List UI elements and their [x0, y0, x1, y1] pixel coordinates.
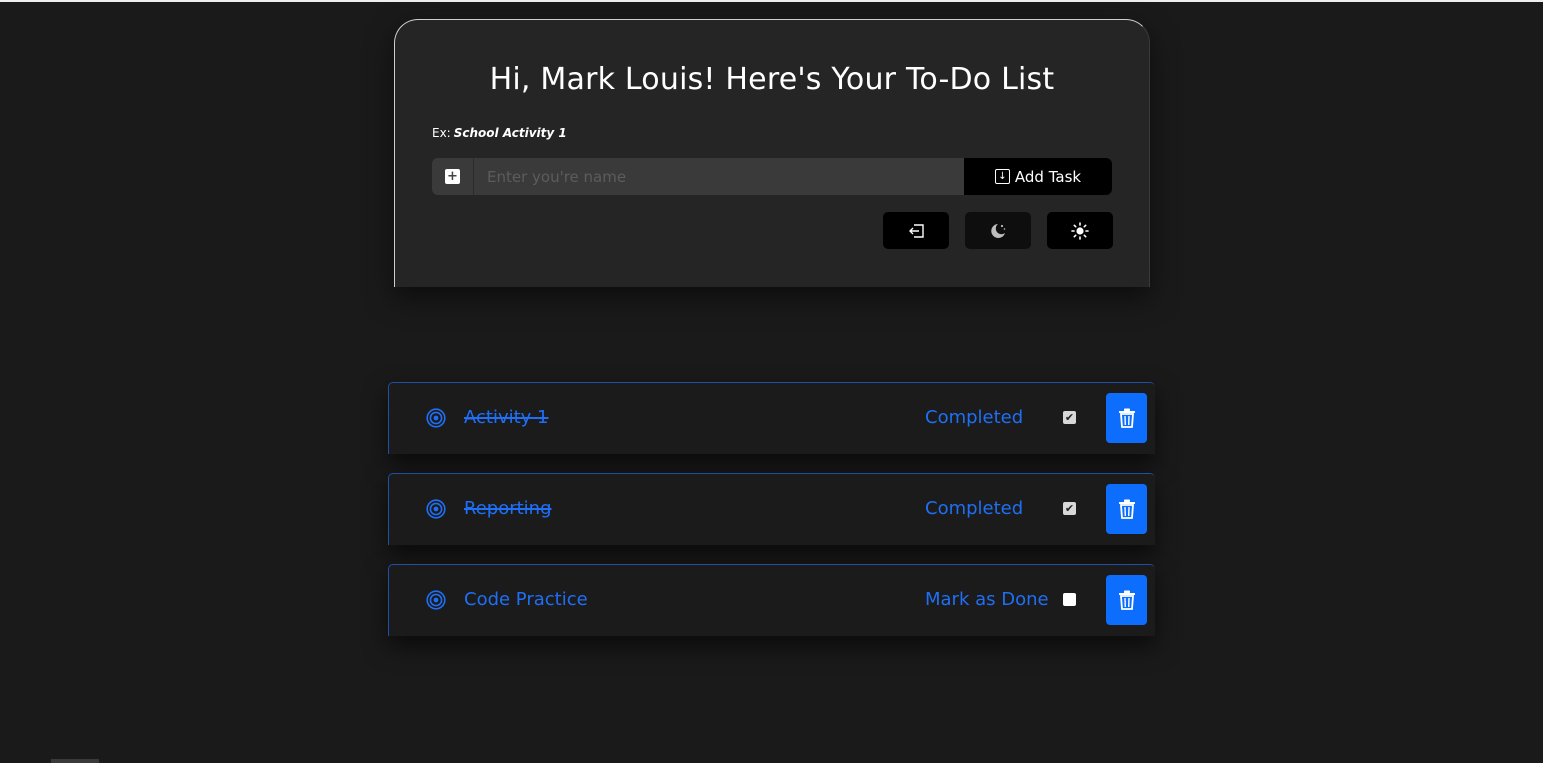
- task-item: Activity 1 Completed ✔: [388, 382, 1155, 454]
- input-hint: Ex: School Activity 1: [432, 126, 567, 140]
- light-mode-button[interactable]: [1047, 212, 1113, 249]
- input-addon: +: [432, 158, 474, 195]
- hint-example: School Activity 1: [453, 126, 567, 140]
- trash-icon: [1118, 408, 1135, 428]
- task-status: Completed: [925, 407, 1024, 428]
- taskbar-fragment: [51, 759, 99, 763]
- task-name: Activity 1: [464, 407, 549, 428]
- target-icon: [426, 590, 446, 610]
- task-name: Code Practice: [464, 589, 588, 610]
- task-input[interactable]: [474, 158, 964, 195]
- task-item: Code Practice Mark as Done: [388, 564, 1155, 636]
- add-task-form: + ↓ Add Task: [432, 158, 1112, 195]
- add-task-button[interactable]: ↓ Add Task: [964, 158, 1112, 195]
- sun-icon: [1071, 221, 1089, 240]
- task-done-checkbox[interactable]: [1063, 593, 1076, 606]
- window-top-border: [0, 0, 1543, 2]
- target-icon: [426, 408, 446, 428]
- target-icon: [426, 499, 446, 519]
- logout-button[interactable]: [883, 212, 949, 249]
- logout-icon: [908, 223, 924, 238]
- task-item: Reporting Completed ✔: [388, 473, 1155, 545]
- mark-as-done-label[interactable]: Mark as Done: [925, 589, 1049, 610]
- todo-header-card: Hi, Mark Louis! Here's Your To-Do List E…: [394, 19, 1150, 287]
- plus-square-icon: +: [445, 169, 460, 184]
- page-title: Hi, Mark Louis! Here's Your To-Do List: [489, 62, 1055, 97]
- moon-stars-icon: [991, 223, 1006, 238]
- dark-mode-button[interactable]: [965, 212, 1031, 249]
- trash-icon: [1118, 590, 1135, 610]
- add-task-label: Add Task: [1014, 167, 1082, 186]
- delete-task-button[interactable]: [1106, 484, 1147, 534]
- trash-icon: [1118, 499, 1135, 519]
- delete-task-button[interactable]: [1106, 575, 1147, 625]
- download-box-icon: ↓: [994, 169, 1010, 184]
- task-status: Completed: [925, 498, 1024, 519]
- task-done-checkbox[interactable]: ✔: [1063, 502, 1076, 515]
- task-name: Reporting: [464, 498, 552, 519]
- delete-task-button[interactable]: [1106, 393, 1147, 443]
- task-done-checkbox[interactable]: ✔: [1063, 411, 1076, 424]
- hint-label: Ex:: [432, 126, 451, 140]
